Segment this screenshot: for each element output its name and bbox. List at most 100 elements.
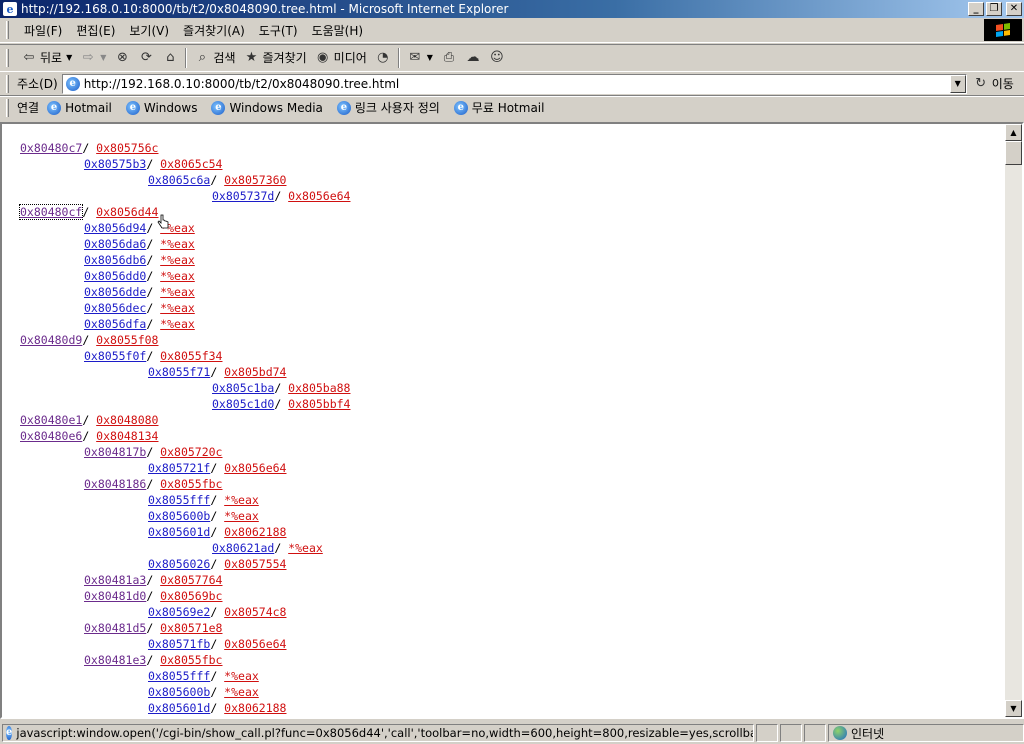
- menu-file[interactable]: 파일(F): [17, 20, 69, 41]
- minimize-button[interactable]: _: [968, 2, 984, 16]
- callee-address-link[interactable]: 0x8056e64: [224, 637, 286, 651]
- scroll-up-button[interactable]: ▲: [1005, 124, 1022, 141]
- caller-address-link[interactable]: 0x805601d: [148, 701, 210, 715]
- caller-address-link[interactable]: 0x8056dde: [84, 285, 146, 299]
- callee-address-link[interactable]: 0x8057764: [160, 573, 222, 587]
- refresh-button[interactable]: ⟳: [134, 48, 158, 68]
- callee-address-link[interactable]: *%eax: [224, 509, 259, 523]
- caller-address-link[interactable]: 0x80481a3: [84, 573, 146, 587]
- callee-address-link[interactable]: 0x8062188: [224, 525, 286, 539]
- mail-button[interactable]: ✉ ▼: [403, 48, 437, 68]
- toolbar-grip[interactable]: [6, 74, 9, 93]
- close-button[interactable]: ✕: [1006, 2, 1022, 16]
- caller-address-link[interactable]: 0x8055fff: [148, 493, 210, 507]
- callee-address-link[interactable]: 0x8055fbc: [160, 653, 222, 667]
- link-customize-links[interactable]: e 링크 사용자 정의: [336, 99, 440, 116]
- menu-view[interactable]: 보기(V): [122, 20, 176, 41]
- dropdown-arrow-icon[interactable]: ▼: [100, 53, 106, 62]
- callee-address-link[interactable]: 0x805720c: [160, 445, 222, 459]
- callee-address-link[interactable]: 0x8057360: [224, 173, 286, 187]
- discuss-button[interactable]: ☁: [461, 48, 485, 68]
- caller-address-link[interactable]: 0x80481e3: [84, 653, 146, 667]
- link-windows[interactable]: e Windows: [125, 100, 197, 115]
- callee-address-link[interactable]: 0x8055f34: [160, 349, 222, 363]
- caller-address-link[interactable]: 0x804817b: [84, 445, 146, 459]
- scroll-down-button[interactable]: ▼: [1005, 700, 1022, 717]
- caller-address-link[interactable]: 0x80575b3: [84, 157, 146, 171]
- vertical-scrollbar[interactable]: ▲ ▼: [1005, 124, 1022, 717]
- menu-tools[interactable]: 도구(T): [252, 20, 305, 41]
- caller-address-link[interactable]: 0x8056dfa: [84, 317, 146, 331]
- callee-address-link[interactable]: 0x80574c8: [224, 605, 286, 619]
- callee-address-link[interactable]: 0x8062188: [224, 701, 286, 715]
- caller-address-link[interactable]: 0x80480e6: [20, 429, 82, 443]
- callee-address-link[interactable]: 0x80569bc: [160, 589, 222, 603]
- caller-address-link[interactable]: 0x8055fff: [148, 669, 210, 683]
- callee-address-link[interactable]: 0x8057554: [224, 557, 286, 571]
- caller-address-link[interactable]: 0x8056026: [148, 557, 210, 571]
- callee-address-link[interactable]: *%eax: [224, 493, 259, 507]
- callee-address-link[interactable]: 0x805bd74: [224, 365, 286, 379]
- back-button[interactable]: ⇦ 뒤로 ▼: [17, 47, 76, 68]
- callee-address-link[interactable]: *%eax: [224, 685, 259, 699]
- caller-address-link[interactable]: 0x80481d5: [84, 621, 146, 635]
- caller-address-link[interactable]: 0x805c1d0: [212, 397, 274, 411]
- caller-address-link[interactable]: 0x805601d: [148, 525, 210, 539]
- caller-address-link[interactable]: 0x80481d0: [84, 589, 146, 603]
- callee-address-link[interactable]: 0x8056e64: [288, 189, 350, 203]
- callee-address-link[interactable]: *%eax: [160, 269, 195, 283]
- caller-address-link[interactable]: 0x80571fb: [148, 637, 210, 651]
- restore-button[interactable]: ❐: [986, 2, 1002, 16]
- address-input[interactable]: e http://192.168.0.10:8000/tb/t2/0x80480…: [61, 73, 967, 94]
- history-button[interactable]: ◔: [371, 48, 395, 68]
- caller-address-link[interactable]: 0x8065c6a: [148, 173, 210, 187]
- stop-button[interactable]: ⊗: [110, 48, 134, 68]
- callee-address-link[interactable]: 0x805756c: [96, 141, 158, 155]
- callee-address-link[interactable]: 0x8055f08: [96, 333, 158, 347]
- menu-help[interactable]: 도움말(H): [305, 20, 371, 41]
- callee-address-link[interactable]: *%eax: [224, 669, 259, 683]
- address-url[interactable]: http://192.168.0.10:8000/tb/t2/0x8048090…: [84, 77, 950, 91]
- callee-address-link[interactable]: 0x8065c54: [160, 157, 222, 171]
- link-windows-media[interactable]: e Windows Media: [211, 100, 323, 115]
- caller-address-link[interactable]: 0x8055f71: [148, 365, 210, 379]
- callee-address-link[interactable]: *%eax: [160, 237, 195, 251]
- caller-address-link[interactable]: 0x80480c7: [20, 141, 82, 155]
- caller-address-link[interactable]: 0x8056dec: [84, 301, 146, 315]
- link-free-hotmail[interactable]: e 무료 Hotmail: [453, 99, 544, 116]
- home-button[interactable]: ⌂: [158, 48, 182, 68]
- scroll-thumb[interactable]: [1005, 141, 1022, 165]
- caller-address-link[interactable]: 0x805c1ba: [212, 381, 274, 395]
- search-button[interactable]: ⌕ 검색: [190, 47, 239, 68]
- caller-address-link[interactable]: 0x8056dd0: [84, 269, 146, 283]
- callee-address-link[interactable]: 0x8048134: [96, 429, 158, 443]
- caller-address-link[interactable]: 0x805600b: [148, 509, 210, 523]
- callee-address-link[interactable]: 0x805ba88: [288, 381, 350, 395]
- dropdown-arrow-icon[interactable]: ▼: [66, 53, 72, 62]
- callee-address-link[interactable]: 0x8056d44: [96, 205, 158, 219]
- caller-address-link[interactable]: 0x8048186: [84, 477, 146, 491]
- callee-address-link[interactable]: *%eax: [160, 285, 195, 299]
- caller-address-link[interactable]: 0x805721f: [148, 461, 210, 475]
- menu-edit[interactable]: 편집(E): [69, 20, 122, 41]
- caller-address-link[interactable]: 0x80480cf: [18, 204, 84, 220]
- menu-favorites[interactable]: 즐겨찾기(A): [176, 20, 252, 41]
- caller-address-link[interactable]: 0x80480d9: [20, 333, 82, 347]
- media-button[interactable]: ◉ 미디어: [311, 47, 371, 68]
- caller-address-link[interactable]: 0x8056db6: [84, 253, 146, 267]
- favorites-button[interactable]: ★ 즐겨찾기: [240, 47, 311, 68]
- callee-address-link[interactable]: 0x805bbf4: [288, 397, 350, 411]
- link-hotmail[interactable]: e Hotmail: [47, 100, 112, 115]
- print-button[interactable]: ⎙: [437, 48, 461, 68]
- callee-address-link[interactable]: 0x8056e64: [224, 461, 286, 475]
- callee-address-link[interactable]: 0x80571e8: [160, 621, 222, 635]
- callee-address-link[interactable]: *%eax: [288, 541, 323, 555]
- caller-address-link[interactable]: 0x80569e2: [148, 605, 210, 619]
- caller-address-link[interactable]: 0x8056d94: [84, 221, 146, 235]
- toolbar-grip[interactable]: [6, 98, 9, 117]
- caller-address-link[interactable]: 0x80480e1: [20, 413, 82, 427]
- go-button[interactable]: ↻ 이동: [967, 75, 1020, 92]
- caller-address-link[interactable]: 0x8056da6: [84, 237, 146, 251]
- caller-address-link[interactable]: 0x8055f0f: [84, 349, 146, 363]
- callee-address-link[interactable]: *%eax: [160, 253, 195, 267]
